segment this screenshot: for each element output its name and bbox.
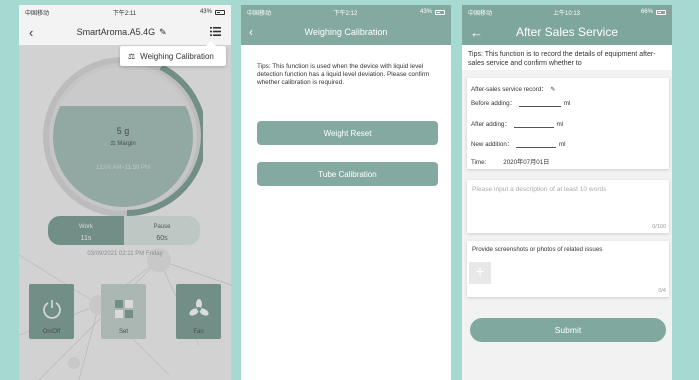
carrier-label: 中国移动 [25,10,50,17]
record-title: After-sales service record： ✎ [471,86,556,93]
submit-button[interactable]: Submit [470,318,666,342]
battery-icon [435,9,445,15]
weight-reset-button[interactable]: Weight Reset [257,121,438,145]
device-name: SmartAroma.A5.4G [76,27,156,37]
description-box[interactable]: Please input a description of at least 1… [467,180,669,233]
header: 中国移动 下午2:12 43% ‹ Weighing Calibration [241,5,451,45]
battery-icon [214,9,225,15]
header: ‹ SmartAroma.A5.4G ✎ [19,19,231,45]
device-title: SmartAroma.A5.4G ✎ [77,27,167,38]
before-adding-row: Before adding： ml [471,99,571,107]
after-adding-input[interactable] [513,120,554,128]
tips-text: Tips: This function is used when the dev… [257,63,430,86]
status-bar: 中国移动 下午2:11 43% [19,5,231,19]
time-value: 2020年07月01日 [503,159,550,166]
time-row: Time: 2020年07月01日 [471,159,550,166]
before-adding-input[interactable] [518,99,561,107]
battery-icon [655,9,666,15]
new-addition-row: New addition： ml [471,140,566,148]
plus-icon[interactable]: + [469,262,491,284]
description-placeholder: Please input a description of at least 1… [472,186,607,193]
battery-percent: 43% [199,9,212,15]
tips-text: Tips: This function is to record the det… [462,45,672,70]
scale-icon: ⚖ [128,51,136,61]
page-title: After Sales Service [515,25,619,39]
after-adding-row: After adding： ml [471,120,564,128]
photo-count: 0/4 [658,288,666,294]
header: 中国移动 上午10:13 66% ← After Sales Service [462,5,672,45]
back-icon[interactable]: ‹ [249,25,253,39]
status-bar: 中国移动 上午10:13 66% [462,5,672,19]
clock: 下午2:11 [112,10,137,17]
overlay-dim[interactable] [19,45,231,380]
list-icon[interactable] [209,26,221,38]
back-icon[interactable]: ‹ [29,25,33,40]
edit-icon[interactable]: ✎ [159,27,167,38]
description-count: 0/100 [652,224,666,230]
tube-calibration-button[interactable]: Tube Calibration [257,162,438,186]
back-icon[interactable]: ← [470,25,483,40]
weighing-calibration-menu-item[interactable]: ⚖ Weighing Calibration [120,41,226,66]
new-addition-input[interactable] [515,140,556,148]
edit-icon[interactable]: ✎ [550,86,555,93]
phone-screen-calibration: 中国移动 下午2:12 43% ‹ Weighing Calibration T… [241,5,451,380]
photo-label: Provide screenshots or photos of related… [472,246,603,253]
service-record-card: After-sales service record： ✎ Before addi… [467,78,669,169]
phone-screen-after-sales: 中国移动 上午10:13 66% ← After Sales Service T… [462,5,672,380]
status-bar: 中国移动 下午2:12 43% [241,5,451,19]
phone-screen-main: 中国移动 下午2:11 43% ‹ SmartAroma.A5.4G ✎ 5 g… [19,5,231,380]
photo-upload-card: Provide screenshots or photos of related… [467,241,669,297]
page-title: Weighing Calibration [304,27,388,37]
